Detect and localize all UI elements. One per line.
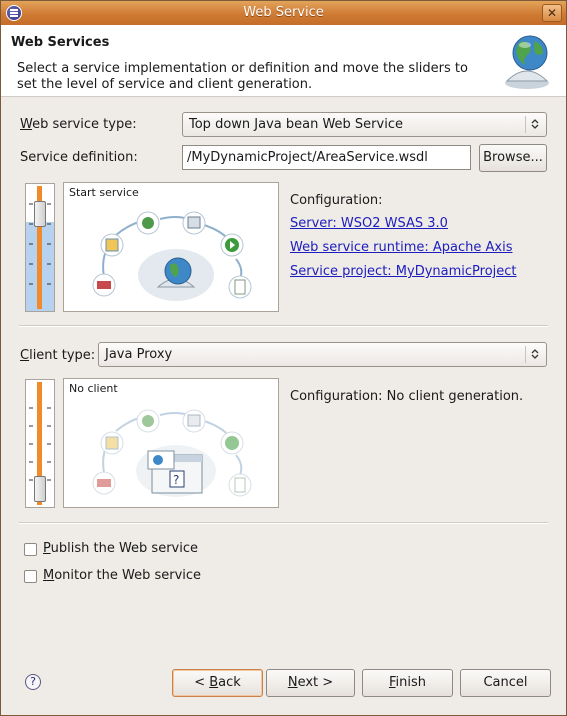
close-icon[interactable]: ✕	[542, 4, 562, 22]
publish-checkbox[interactable]	[24, 543, 37, 556]
combo-arrows-icon	[525, 116, 543, 133]
back-button[interactable]: < Back	[172, 669, 263, 697]
page-description: Select a service implementation or defin…	[17, 61, 468, 92]
service-definition-label: Service definition:	[20, 150, 138, 165]
title-bar[interactable]: Web Service ✕	[1, 1, 566, 25]
service-lifecycle-graphic	[92, 211, 252, 301]
client-type-combo[interactable]: Java Proxy	[98, 342, 547, 367]
web-service-runtime-link[interactable]: Web service runtime: Apache Axis	[290, 240, 512, 255]
combo-arrows-icon	[525, 346, 543, 363]
page-title: Web Services	[11, 35, 110, 50]
client-type-value: Java Proxy	[105, 347, 173, 362]
finish-button[interactable]: Finish	[362, 669, 453, 697]
client-window-icon: ?	[147, 450, 203, 494]
browse-button[interactable]: Browse...	[479, 144, 547, 172]
client-type-label: Client type:	[20, 348, 96, 363]
service-project-link[interactable]: Service project: MyDynamicProject	[290, 264, 517, 279]
svg-text:?: ?	[173, 473, 179, 487]
server-link[interactable]: Server: WSO2 WSAS 3.0	[290, 216, 448, 231]
service-configuration-heading: Configuration:	[290, 193, 383, 208]
publish-label[interactable]: Publish the Web service	[43, 541, 198, 556]
web-service-globe-icon	[505, 35, 549, 89]
client-slider-thumb[interactable]	[34, 476, 46, 502]
web-service-type-value: Top down Java bean Web Service	[189, 117, 403, 132]
service-slider-thumb[interactable]	[34, 201, 46, 227]
separator	[19, 325, 548, 327]
separator	[19, 522, 548, 524]
wizard-header: Web Services Select a service implementa…	[1, 25, 566, 97]
client-configuration-text: Configuration: No client generation.	[290, 389, 524, 404]
cancel-button[interactable]: Cancel	[460, 669, 551, 697]
web-service-dialog: Web Service ✕ Web Services Select a serv…	[0, 0, 567, 716]
client-level-slider[interactable]	[25, 379, 55, 508]
window-title: Web Service	[243, 5, 324, 20]
service-diagram: Start service	[63, 182, 279, 312]
service-definition-input[interactable]: /MyDynamicProject/AreaService.wsdl	[182, 145, 471, 170]
help-icon[interactable]: ?	[25, 674, 41, 690]
web-service-type-label: Web service type:	[20, 117, 137, 132]
client-diagram: No client ?	[63, 378, 279, 508]
web-service-type-combo[interactable]: Top down Java bean Web Service	[182, 112, 547, 137]
service-level-slider[interactable]	[25, 183, 55, 312]
monitor-checkbox[interactable]	[24, 570, 37, 583]
next-button[interactable]: Next >	[266, 669, 355, 697]
monitor-label[interactable]: Monitor the Web service	[43, 568, 201, 583]
